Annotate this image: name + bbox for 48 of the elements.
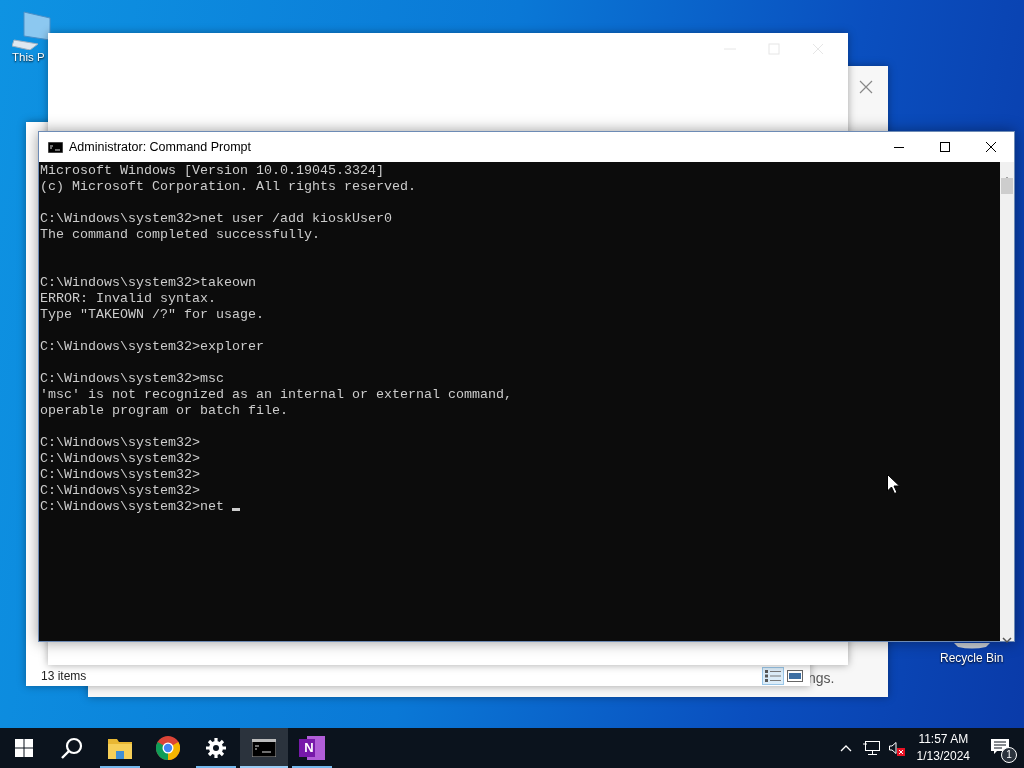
network-icon[interactable] bbox=[862, 741, 880, 755]
scrollbar-thumb[interactable] bbox=[1001, 178, 1013, 194]
taskbar-app-button[interactable]: N bbox=[288, 728, 336, 768]
close-icon bbox=[986, 142, 996, 152]
message-icon bbox=[991, 739, 1009, 755]
console-line: 'msc' is not recognized as an internal or external command, bbox=[40, 387, 512, 403]
mouse-pointer-icon bbox=[887, 473, 900, 494]
console-line: ERROR: Invalid syntax. bbox=[40, 291, 216, 307]
tiles-view-button[interactable] bbox=[784, 667, 806, 685]
console-line: C:\Windows\system32> bbox=[40, 435, 200, 451]
chevron-down-icon bbox=[1002, 635, 1012, 644]
folder-icon bbox=[108, 737, 132, 759]
search-icon bbox=[60, 736, 84, 760]
console-line: Type "TAKEOWN /?" for usage. bbox=[40, 307, 264, 323]
console-line: C:\Windows\system32>net user /add kioskUser0 bbox=[40, 211, 392, 227]
image-icon bbox=[787, 670, 803, 682]
console-line: C:\Windows\system32> bbox=[40, 467, 200, 483]
console-line: operable program or batch file. bbox=[40, 403, 288, 419]
window-title: Administrator: Command Prompt bbox=[69, 138, 251, 156]
console-line: C:\Windows\system32>msc bbox=[40, 371, 224, 387]
computer-icon[interactable] bbox=[12, 10, 52, 50]
terminal-icon bbox=[48, 141, 63, 153]
clock[interactable]: 11:57 AM 1/13/2024 bbox=[908, 731, 978, 765]
notebook-icon bbox=[299, 736, 325, 760]
desktop-icon-label[interactable]: Recycle Bin bbox=[940, 649, 1004, 667]
console-line: C:\Windows\system32>explorer bbox=[40, 339, 264, 355]
volume-icon[interactable] bbox=[888, 740, 905, 756]
list-icon bbox=[765, 670, 781, 682]
console-line: The command completed successfully. bbox=[40, 227, 320, 243]
console-line: C:\Windows\system32> bbox=[40, 483, 200, 499]
notification-count: 1 bbox=[1001, 747, 1017, 763]
taskbar-app-button[interactable] bbox=[240, 728, 288, 768]
details-view-button[interactable] bbox=[762, 667, 784, 685]
maximize-icon bbox=[940, 142, 950, 152]
console-line: C:\Windows\system32>net bbox=[40, 499, 225, 515]
item-count-text: 13 items bbox=[41, 668, 87, 685]
terminal-icon bbox=[252, 739, 276, 757]
console-line: Microsoft Windows [Version 10.0.19045.3324] bbox=[40, 163, 384, 179]
notification-button[interactable]: 1 bbox=[978, 728, 1024, 768]
gear-icon bbox=[205, 737, 227, 759]
close-icon[interactable] bbox=[859, 79, 873, 94]
console-line: C:\Windows\system32> bbox=[40, 451, 200, 467]
trash-bin-icon[interactable] bbox=[953, 643, 990, 649]
console-line: C:\Windows\system32>takeown bbox=[40, 275, 256, 291]
console-line: (c) Microsoft Corporation. All rights reserved. bbox=[40, 179, 416, 195]
chevron-up-icon[interactable] bbox=[839, 744, 852, 752]
windows-logo-icon bbox=[15, 739, 33, 757]
chrome-logo-icon bbox=[156, 736, 180, 760]
